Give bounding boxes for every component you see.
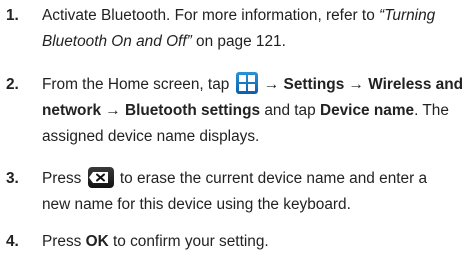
device-name-option: Device name	[319, 102, 415, 119]
backspace-delete-icon	[87, 167, 114, 188]
step-1-intro: Activate Bluetooth. For more information…	[42, 7, 380, 24]
applications-grid-icon	[235, 72, 258, 94]
bluetooth-settings-path: network → Bluetooth settings	[42, 102, 261, 119]
manual-page: 1. Activate Bluetooth. For more informat…	[0, 0, 475, 256]
step-2-intro: From the Home screen, tap	[42, 76, 234, 93]
step-2-result: assigned device name displays.	[42, 128, 260, 145]
step-number: 2.	[6, 76, 19, 93]
step-text: From the Home screen, tap → Settings → W…	[42, 72, 470, 150]
step-3-intro: Press	[42, 170, 86, 187]
step-text: Press OK to confirm your setting.	[42, 229, 470, 255]
step-4-desc: to confirm your setting.	[108, 233, 269, 250]
step-4-intro: Press	[42, 233, 86, 250]
step-2-connector: and tap	[260, 102, 320, 119]
step-2-tail: . The	[414, 102, 449, 119]
cross-reference-link[interactable]: “Turning	[379, 7, 435, 24]
step-3-desc-cont: new name for this device using the keybo…	[42, 196, 351, 213]
ok-key-label: OK	[85, 233, 109, 250]
page-reference: on page 121.	[191, 33, 286, 50]
step-number: 4.	[6, 233, 19, 250]
step-text: Press to erase the current device name a…	[42, 166, 470, 218]
settings-path: → Settings → Wireless and	[263, 76, 464, 93]
cross-reference-link-cont[interactable]: Bluetooth On and Off”	[42, 33, 192, 50]
step-number: 3.	[6, 170, 19, 187]
step-text: Activate Bluetooth. For more information…	[42, 3, 470, 55]
step-number: 1.	[6, 7, 19, 24]
step-3-desc: to erase the current device name and ent…	[115, 170, 428, 187]
